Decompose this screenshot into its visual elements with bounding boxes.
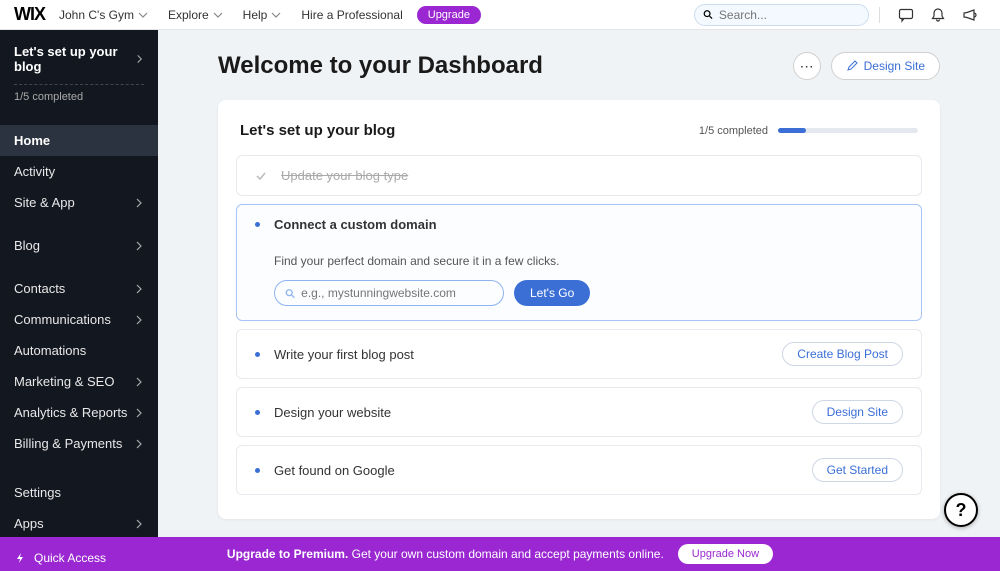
bullet-icon <box>255 410 260 415</box>
bell-icon[interactable] <box>930 7 946 23</box>
sidebar-item-site-app[interactable]: Site & App <box>0 187 158 218</box>
step-title: Update your blog type <box>281 168 903 183</box>
hire-link[interactable]: Hire a Professional <box>301 8 402 22</box>
progress-bar <box>778 128 918 133</box>
megaphone-icon[interactable] <box>962 7 978 23</box>
sidebar-item-home[interactable]: Home <box>0 125 158 156</box>
sidebar-item-apps[interactable]: Apps <box>0 508 158 539</box>
domain-input-wrap[interactable] <box>274 280 504 306</box>
get-started-button[interactable]: Get Started <box>812 458 903 482</box>
sidebar-item-communications[interactable]: Communications <box>0 304 158 335</box>
design-site-step-button[interactable]: Design Site <box>812 400 903 424</box>
wix-logo[interactable]: WIX <box>14 4 45 25</box>
chevron-down-icon <box>271 10 281 20</box>
chevron-right-icon <box>134 284 144 294</box>
explore-link[interactable]: Explore <box>168 8 223 22</box>
sidebar-setup-section[interactable]: Let's set up your blog <box>14 44 144 74</box>
domain-input[interactable] <box>301 286 493 300</box>
sidebar-item-analytics[interactable]: Analytics & Reports <box>0 397 158 428</box>
setup-progress: 1/5 completed <box>699 125 918 137</box>
more-button[interactable]: ⋯ <box>793 52 821 80</box>
quick-access-button[interactable]: Quick Access <box>14 551 106 565</box>
sidebar-item-automations[interactable]: Automations <box>0 335 158 366</box>
step-description: Find your perfect domain and secure it i… <box>274 254 903 268</box>
sidebar-item-blog[interactable]: Blog <box>0 230 158 261</box>
chevron-right-icon <box>134 241 144 251</box>
chat-icon[interactable] <box>898 7 914 23</box>
progress-text: 1/5 completed <box>699 125 768 137</box>
step-connect-domain: Connect a custom domain Find your perfec… <box>236 204 922 321</box>
page-title: Welcome to your Dashboard <box>218 52 543 80</box>
upgrade-now-button[interactable]: Upgrade Now <box>678 544 773 564</box>
setup-card: Let's set up your blog 1/5 completed Upd… <box>218 100 940 519</box>
lightning-icon <box>14 552 26 564</box>
sidebar-progress: 1/5 completed <box>14 91 144 103</box>
chevron-right-icon <box>134 408 144 418</box>
sidebar-item-marketing[interactable]: Marketing & SEO <box>0 366 158 397</box>
search-input[interactable] <box>719 8 860 22</box>
setup-card-title: Let's set up your blog <box>240 122 395 139</box>
banner-bold: Upgrade to Premium. <box>227 547 348 561</box>
step-update-blog-type[interactable]: Update your blog type <box>236 155 922 196</box>
pencil-icon <box>846 60 858 72</box>
sidebar-item-billing[interactable]: Billing & Payments <box>0 428 158 459</box>
chevron-right-icon <box>134 519 144 529</box>
check-icon <box>255 170 267 182</box>
bullet-icon <box>255 222 260 227</box>
step-google[interactable]: Get found on Google Get Started <box>236 445 922 495</box>
chevron-right-icon <box>134 198 144 208</box>
help-fab[interactable]: ? <box>944 493 978 527</box>
site-name-dropdown[interactable]: John C's Gym <box>59 8 134 22</box>
main-content: Welcome to your Dashboard ⋯ Design Site … <box>158 30 1000 537</box>
step-title: Connect a custom domain <box>274 217 903 232</box>
sidebar: Let's set up your blog 1/5 completed Hom… <box>0 30 158 571</box>
banner-text: Get your own custom domain and accept pa… <box>352 547 664 561</box>
chevron-right-icon <box>134 315 144 325</box>
search-icon <box>703 9 713 20</box>
bullet-icon <box>255 468 260 473</box>
search-icon <box>285 288 295 299</box>
search-box[interactable] <box>694 4 869 26</box>
step-write-post[interactable]: Write your first blog post Create Blog P… <box>236 329 922 379</box>
step-design-website[interactable]: Design your website Design Site <box>236 387 922 437</box>
help-link[interactable]: Help <box>243 8 282 22</box>
lets-go-button[interactable]: Let's Go <box>514 280 590 306</box>
sidebar-item-contacts[interactable]: Contacts <box>0 273 158 304</box>
chevron-down-icon <box>138 10 148 20</box>
chevron-down-icon <box>213 10 223 20</box>
step-title: Get found on Google <box>274 463 798 478</box>
chevron-right-icon <box>135 54 144 64</box>
bullet-icon <box>255 352 260 357</box>
chevron-right-icon <box>134 439 144 449</box>
step-title: Write your first blog post <box>274 347 768 362</box>
sidebar-setup-title: Let's set up your blog <box>14 44 135 74</box>
design-site-button[interactable]: Design Site <box>831 52 940 80</box>
chevron-right-icon <box>134 377 144 387</box>
sidebar-item-activity[interactable]: Activity <box>0 156 158 187</box>
create-blog-post-button[interactable]: Create Blog Post <box>782 342 903 366</box>
upgrade-button[interactable]: Upgrade <box>417 6 481 24</box>
sidebar-item-settings[interactable]: Settings <box>0 477 158 508</box>
topbar: WIX John C's Gym Explore Help Hire a Pro… <box>0 0 1000 30</box>
step-title: Design your website <box>274 405 798 420</box>
upgrade-banner: Upgrade to Premium. Get your own custom … <box>0 537 1000 571</box>
